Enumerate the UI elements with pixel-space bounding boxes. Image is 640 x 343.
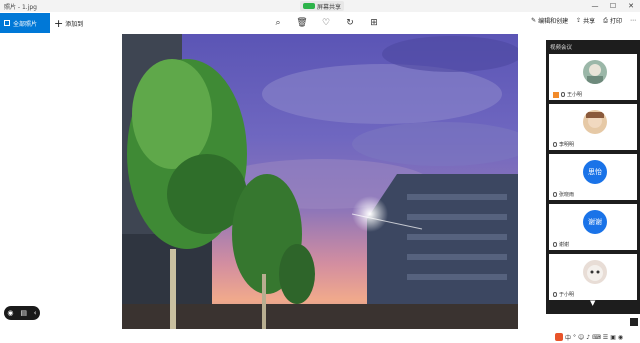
participants-panel: 视频会议 王小明 李明明 思怡 张晓雨 谢谢 谢谢 于小明 ▼	[546, 40, 640, 314]
add-to-button[interactable]: + 添加到	[54, 13, 83, 33]
plus-icon: +	[54, 16, 64, 30]
screen-share-label: 屏幕共享	[317, 3, 342, 11]
edit-create-button[interactable]: ✎ 编辑和创建	[531, 16, 568, 25]
participant-name: 李明明	[559, 142, 575, 148]
all-photos-button[interactable]: 全部照片	[0, 13, 50, 33]
mic-icon	[561, 92, 565, 97]
recording-dot-icon	[303, 3, 315, 9]
participant-name: 谢谢	[559, 242, 570, 248]
edit-create-label: 编辑和创建	[538, 18, 569, 25]
all-photos-label: 全部照片	[13, 20, 38, 28]
photo-image	[122, 34, 518, 329]
mic-icon	[553, 192, 557, 197]
photo-canvas: ◉ ▤ ‹	[0, 34, 545, 343]
share-label: 共享	[583, 18, 596, 25]
voice-icon[interactable]: ♪	[586, 334, 590, 341]
avatar	[583, 60, 607, 84]
system-tray: 中 ° ☺ ♪ ⌨ ☰ ▣ ◉	[555, 331, 640, 343]
zoom-icon[interactable]: ⌕	[272, 17, 284, 29]
mic-icon	[553, 142, 557, 147]
collapse-icon[interactable]: ‹	[34, 309, 37, 317]
floating-controls[interactable]: ◉ ▤ ‹	[4, 306, 40, 320]
photos-icon	[4, 20, 10, 26]
print-icon: ⎙	[603, 16, 608, 24]
more-button[interactable]: ⋯	[630, 17, 636, 24]
screen-share-indicator[interactable]: 屏幕共享	[300, 1, 345, 11]
share-button[interactable]: ⇪ 共享	[576, 16, 595, 25]
avatar-image	[583, 260, 607, 284]
avatar-image	[583, 60, 607, 84]
close-button[interactable]: ✕	[622, 0, 640, 12]
favorite-icon[interactable]: ♡	[320, 17, 332, 29]
chat-icon[interactable]: ▤	[20, 309, 27, 317]
screen-icon[interactable]: ▣	[610, 334, 616, 341]
participant-card[interactable]: 思怡 张晓雨	[549, 154, 637, 200]
edit-icon: ✎	[531, 17, 537, 24]
panel-header: 视频会议	[550, 45, 573, 51]
print-label: 打印	[609, 18, 622, 25]
participant-name-row: 李明明	[553, 141, 574, 148]
avatar: 思怡	[583, 160, 607, 184]
expand-handle[interactable]	[630, 318, 638, 326]
rotate-icon[interactable]: ↻	[344, 17, 356, 29]
photo-svg	[122, 34, 518, 329]
window-controls: — ☐ ✕	[586, 0, 640, 12]
emoji-icon[interactable]: ☺	[578, 334, 584, 341]
print-button[interactable]: ⎙ 打印	[603, 16, 622, 26]
sogou-icon[interactable]	[555, 333, 563, 341]
participant-name-row: 张晓雨	[553, 191, 574, 198]
avatar-image	[583, 110, 607, 134]
delete-icon[interactable]: 🗑	[296, 17, 308, 29]
mic-icon	[553, 292, 557, 297]
avatar	[583, 110, 607, 134]
maximize-button[interactable]: ☐	[604, 0, 622, 12]
keyboard-icon[interactable]: ⌨	[592, 334, 601, 341]
participant-card[interactable]: 谢谢 谢谢	[549, 204, 637, 250]
participant-name: 于小明	[559, 292, 575, 298]
toolbar: 全部照片 + 添加到 ⌕ 🗑 ♡ ↻ ⊞ ✎ 编辑和创建 ⇪ 共享 ⎙ 打印 ⋯	[0, 12, 640, 34]
participant-name: 王小明	[567, 92, 583, 98]
participant-name-row: 于小明	[553, 291, 574, 298]
share-icon: ⇪	[576, 17, 582, 24]
add-to-label: 添加到	[65, 20, 84, 28]
host-icon	[553, 91, 559, 98]
minimize-button[interactable]: —	[586, 0, 604, 12]
participant-name-row: 谢谢	[553, 241, 569, 248]
menu-icon[interactable]: ☰	[603, 334, 608, 341]
chevron-down-icon[interactable]: ▼	[590, 299, 595, 307]
mic-icon	[553, 242, 557, 247]
window-title: 照片 - 1.jpg	[4, 4, 37, 11]
title-bar: 照片 - 1.jpg 屏幕共享 — ☐ ✕	[0, 0, 640, 12]
participant-card[interactable]: 王小明	[549, 54, 637, 100]
participant-card[interactable]: 于小明	[549, 254, 637, 300]
punctuation-icon[interactable]: °	[573, 334, 576, 341]
ime-chinese[interactable]: 中	[565, 333, 571, 342]
more-icon: ⋯	[630, 17, 636, 24]
avatar: 谢谢	[583, 210, 607, 234]
participant-name: 张晓雨	[559, 192, 575, 198]
participant-name-row: 王小明	[553, 91, 582, 98]
participant-card[interactable]: 李明明	[549, 104, 637, 150]
toolbar-icons: ⌕ 🗑 ♡ ↻ ⊞	[272, 17, 380, 29]
skin-icon[interactable]: ◉	[618, 334, 623, 341]
crop-icon[interactable]: ⊞	[368, 17, 380, 29]
avatar	[583, 260, 607, 284]
toolbar-right: ✎ 编辑和创建 ⇪ 共享 ⎙ 打印 ⋯	[531, 16, 636, 26]
camera-icon[interactable]: ◉	[7, 309, 13, 317]
